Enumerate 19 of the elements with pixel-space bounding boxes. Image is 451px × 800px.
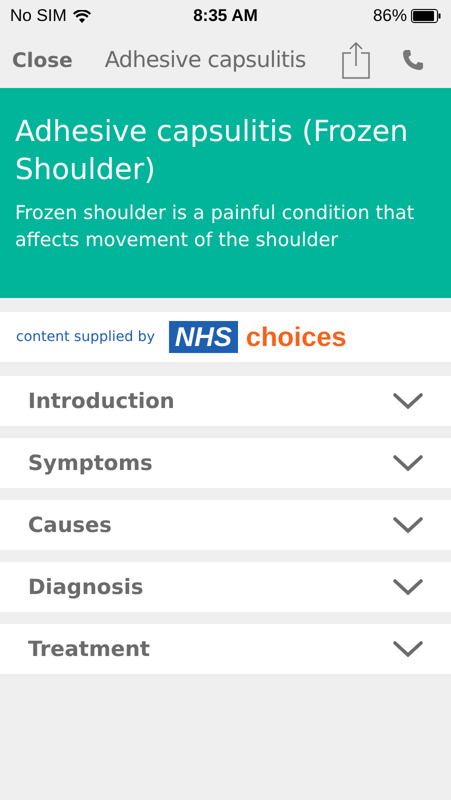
share-icon[interactable] [341,41,371,79]
article-title: Adhesive capsulitis (Frozen Shoulder) [15,113,410,188]
wifi-icon [72,10,91,22]
section-row[interactable]: Introduction [0,376,451,426]
carrier-text: No SIM [10,6,67,26]
nav-title: Adhesive capsulitis [104,48,306,72]
section-row[interactable]: Causes [0,500,451,550]
close-button[interactable]: Close [12,48,73,72]
battery-icon [411,9,441,23]
clock-text: 8:35 AM [193,6,258,26]
section-row[interactable]: Diagnosis [0,562,451,612]
phone-icon[interactable] [401,48,425,72]
logo-box: NHS [168,321,238,353]
sponsor-text: content supplied by [16,329,155,345]
logo-word: choices [246,322,346,352]
section-row[interactable]: Symptoms [0,438,451,488]
battery-percent: 86% [372,6,407,26]
article-summary: Frozen shoulder is a painful condition that affects movement of the shoulder [15,201,416,253]
section-row[interactable]: Treatment [0,624,451,674]
